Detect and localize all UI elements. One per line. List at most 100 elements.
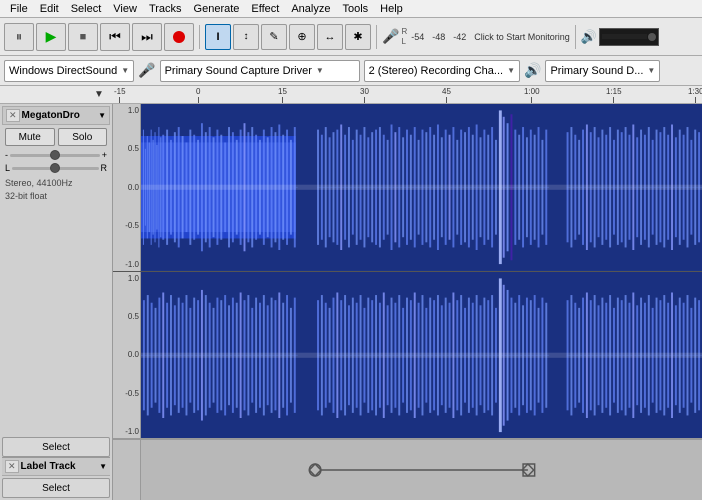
track-controls: Mute Solo - + L R Stereo, 44100: [2, 125, 110, 205]
volume-minus-label: -: [5, 150, 8, 160]
timeline-ruler: ▼ -15 0 15 30 45 1:00 1:15: [0, 86, 702, 104]
skip-back-button[interactable]: ⏮: [100, 23, 130, 51]
record-dot-icon: [173, 31, 185, 43]
track-name-label: MegatonDro: [22, 110, 80, 121]
channels-arrow-icon: ▼: [507, 66, 515, 75]
pause-button[interactable]: ⏸: [4, 23, 34, 51]
play-button[interactable]: ▶: [36, 23, 66, 51]
main-toolbar: ⏸ ▶ ■ ⏮ ⏭ I ↕ ✎ ⊕ ↔ ✱ 🎤 R L -54 -48 -42 …: [0, 18, 702, 56]
upper-waveform-svg: // Will be drawn via JS below: [141, 104, 702, 271]
waveform-area: 1.0 0.5 0.0 -0.5 -1.0 // Will be: [113, 104, 702, 500]
upper-scale-labels: 1.0 0.5 0.0 -0.5 -1.0: [113, 104, 141, 271]
channels-label: 2 (Stereo) Recording Cha...: [369, 65, 504, 77]
speaker-icon: 🔊: [524, 62, 541, 79]
audio-host-label: Windows DirectSound: [9, 65, 117, 77]
timeshift-tool-button[interactable]: ↔: [317, 24, 343, 50]
vu-level-42: -42: [453, 32, 466, 42]
vu-l-label: L: [401, 37, 405, 46]
click-to-monitor-label[interactable]: Click to Start Monitoring: [474, 32, 570, 42]
label-track-close-button[interactable]: ✕: [5, 460, 19, 473]
ruler-mark: 45: [442, 87, 451, 103]
vu-level-48: -48: [432, 32, 445, 42]
menu-view[interactable]: View: [107, 2, 143, 16]
ruler-marks: -15 0 15 30 45 1:00 1:15 1:30: [114, 86, 702, 103]
ruler-mark: 1:15: [606, 87, 622, 103]
pan-slider-thumb: [50, 163, 60, 173]
scale-0-0-bottom: 0.0: [114, 350, 139, 359]
label-track-name-label: Label Track: [21, 461, 76, 472]
scale-0-0-top: 0.0: [114, 183, 139, 192]
volume-plus-label: +: [102, 150, 107, 160]
track-control-panel: ✕ MegatonDro ▼ Mute Solo - + L: [0, 104, 113, 500]
vu-r-label: R: [401, 27, 407, 36]
menu-effect[interactable]: Effect: [245, 2, 285, 16]
scale-1-0-bottom: 1.0: [114, 274, 139, 283]
skip-forward-button[interactable]: ⏭: [132, 23, 162, 51]
track-select-button[interactable]: Select: [2, 437, 110, 457]
scale-neg-0-5-top: -0.5: [114, 221, 139, 230]
menu-tracks[interactable]: Tracks: [143, 2, 188, 16]
menubar: File Edit Select View Tracks Generate Ef…: [0, 0, 702, 18]
track-bit-depth: 32-bit float: [5, 190, 107, 203]
mute-solo-controls: Mute Solo: [5, 128, 107, 146]
volume-slider-track[interactable]: [10, 154, 100, 157]
vu-level-54: -54: [411, 32, 424, 42]
channels-dropdown[interactable]: 2 (Stereo) Recording Cha... ▼: [364, 60, 520, 82]
pan-slider-track[interactable]: [12, 167, 98, 170]
label-track-select-button[interactable]: Select: [2, 478, 110, 498]
envelope-tool-button[interactable]: ↕: [233, 24, 259, 50]
track-close-button[interactable]: ✕: [6, 109, 20, 122]
output-device-label: Primary Sound D...: [550, 65, 643, 77]
toolbar-separator-2: [376, 25, 377, 49]
label-track-header: ✕ Label Track ▼: [2, 457, 110, 476]
audio-host-arrow-icon: ▼: [121, 66, 129, 75]
lower-channel: 1.0 0.5 0.0 -0.5 -1.0: [113, 272, 702, 441]
menu-edit[interactable]: Edit: [34, 2, 65, 16]
playback-vu-meter: [599, 28, 659, 46]
upper-channel: 1.0 0.5 0.0 -0.5 -1.0 // Will be: [113, 104, 702, 272]
lower-waveform[interactable]: [141, 272, 702, 439]
scale-neg-0-5-bottom: -0.5: [114, 389, 139, 398]
record-button[interactable]: [164, 23, 194, 51]
stop-button[interactable]: ■: [68, 23, 98, 51]
upper-waveform[interactable]: // Will be drawn via JS below: [141, 104, 702, 271]
label-track-content[interactable]: [141, 440, 702, 500]
menu-help[interactable]: Help: [374, 2, 409, 16]
menu-file[interactable]: File: [4, 2, 34, 16]
audio-host-dropdown[interactable]: Windows DirectSound ▼: [4, 60, 134, 82]
lower-waveform-svg: [141, 272, 702, 439]
ruler-mark: 30: [360, 87, 369, 103]
volume-slider-thumb: [50, 150, 60, 160]
menu-generate[interactable]: Generate: [188, 2, 246, 16]
volume-control: - +: [5, 150, 107, 160]
lower-scale-labels: 1.0 0.5 0.0 -0.5 -1.0: [113, 272, 141, 439]
select-tool-button[interactable]: I: [205, 24, 231, 50]
vu-slider-thumb: [648, 33, 656, 41]
playback-speaker-icon: 🔊: [581, 29, 597, 45]
multi-tool-button[interactable]: ✱: [345, 24, 371, 50]
toolbar-separator-3: [575, 25, 576, 49]
menu-tools[interactable]: Tools: [336, 2, 374, 16]
draw-tool-button[interactable]: ✎: [261, 24, 287, 50]
track-name-dropdown-icon[interactable]: ▼: [98, 111, 106, 120]
solo-button[interactable]: Solo: [58, 128, 108, 146]
label-track-scale: [113, 440, 141, 500]
output-device-arrow-icon: ▼: [647, 66, 655, 75]
menu-analyze[interactable]: Analyze: [285, 2, 336, 16]
input-device-dropdown[interactable]: Primary Sound Capture Driver ▼: [160, 60, 360, 82]
label-track-svg: [141, 440, 702, 500]
ruler-mark: 1:30: [688, 87, 702, 103]
pan-left-label: L: [5, 163, 10, 173]
label-track-dropdown-icon[interactable]: ▼: [99, 462, 107, 471]
zoom-tool-button[interactable]: ⊕: [289, 24, 315, 50]
scale-0-5-bottom: 0.5: [114, 312, 139, 321]
output-device-dropdown[interactable]: Primary Sound D... ▼: [545, 60, 660, 82]
scale-neg-1-0-bottom: -1.0: [114, 427, 139, 436]
ruler-mark: -15: [114, 87, 126, 103]
mute-button[interactable]: Mute: [5, 128, 55, 146]
track-sample-rate: Stereo, 44100Hz: [5, 177, 107, 190]
pan-right-label: R: [101, 163, 108, 173]
menu-select[interactable]: Select: [65, 2, 108, 16]
playhead-arrow-icon: ▼: [94, 89, 104, 100]
track-panel-spacer: [2, 205, 110, 435]
